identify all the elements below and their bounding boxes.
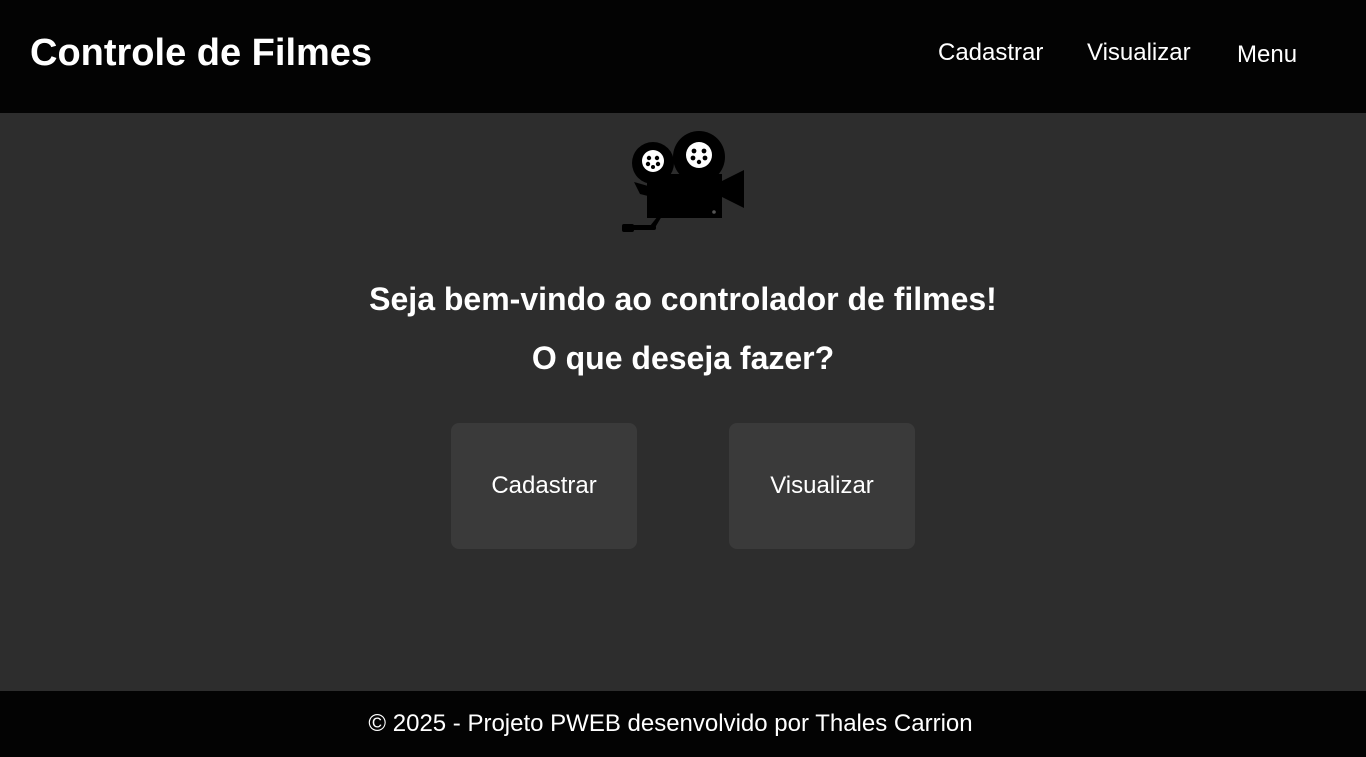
- question-heading: O que deseja fazer?: [531, 340, 835, 376]
- welcome-heading: Seja bem-vindo ao controlador de filmes!: [369, 281, 997, 317]
- footer: © 2025 - Projeto PWEB desenvolvido por T…: [0, 691, 1366, 757]
- main-content: Seja bem-vindo ao controlador de filmes!…: [0, 113, 1366, 691]
- visualizar-button[interactable]: Visualizar: [729, 423, 915, 549]
- app-title: Controle de Filmes: [30, 32, 373, 74]
- nav-link-visualizar[interactable]: Visualizar: [1087, 38, 1191, 68]
- cadastrar-button[interactable]: Cadastrar: [451, 423, 637, 549]
- nav-link-cadastrar[interactable]: Cadastrar: [938, 38, 1043, 68]
- top-navbar: Controle de Filmes Cadastrar Visualizar …: [0, 0, 1366, 113]
- footer-copyright: © 2025 - Projeto PWEB desenvolvido por T…: [368, 710, 973, 737]
- movie-camera-icon: [620, 130, 746, 238]
- nav-link-menu[interactable]: Menu: [1237, 40, 1297, 70]
